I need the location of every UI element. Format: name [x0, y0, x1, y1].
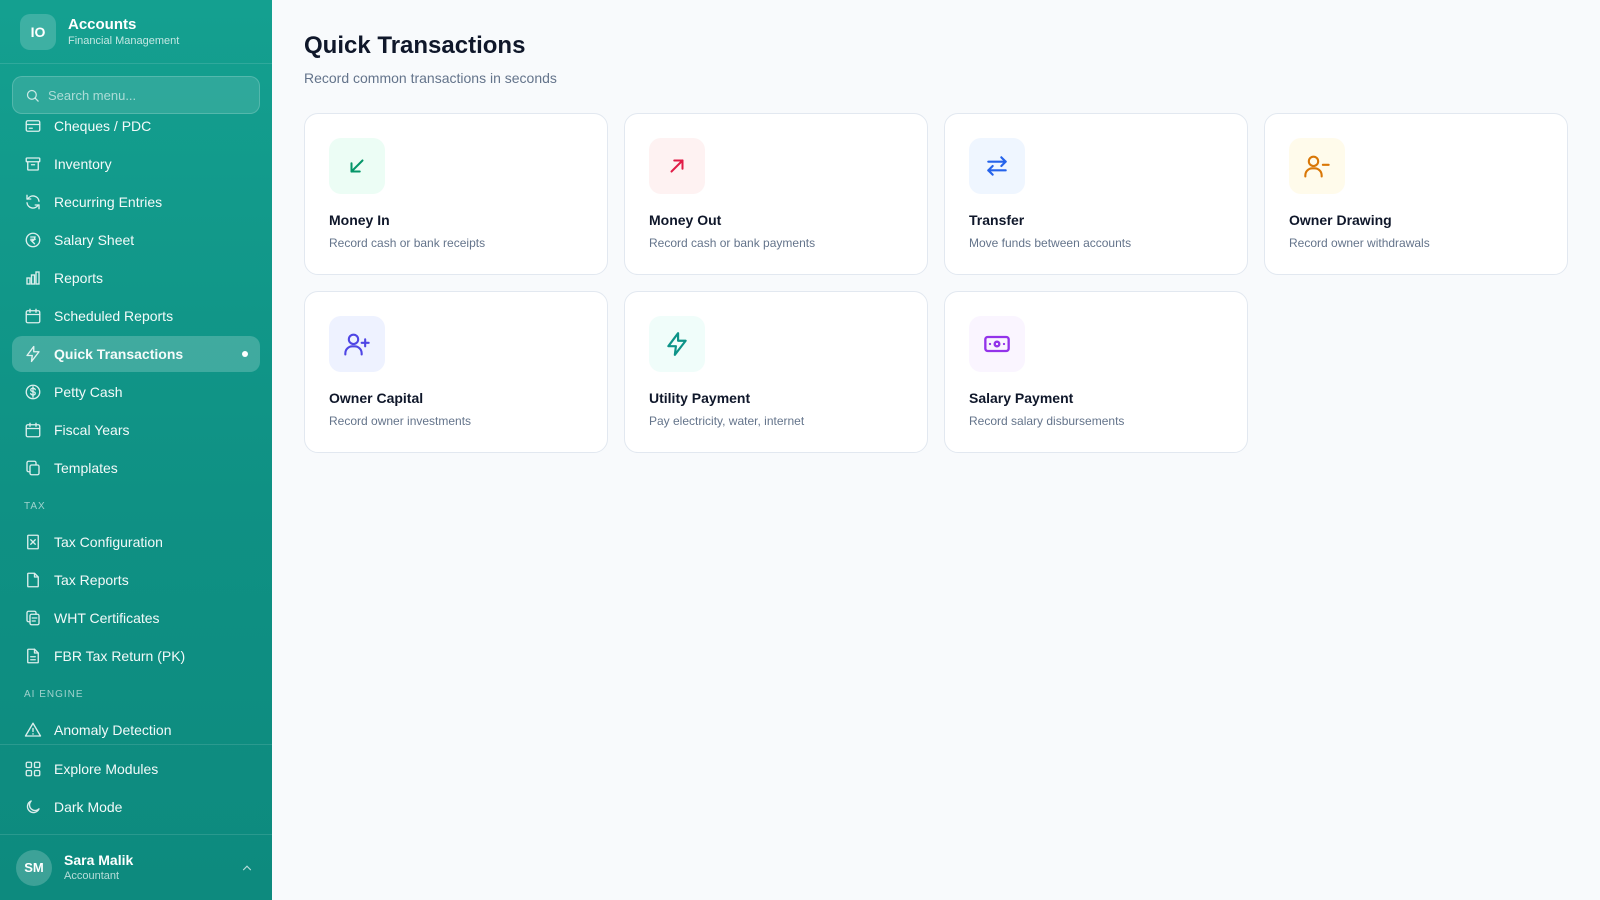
sidebar-item-tax-reports[interactable]: Tax Reports — [12, 562, 260, 598]
certificate-icon — [24, 609, 42, 627]
sidebar-item-label: Anomaly Detection — [54, 722, 172, 738]
sidebar-item-reports[interactable]: Reports — [12, 260, 260, 296]
brand-logo: IO — [20, 13, 56, 50]
sidebar-item-label: WHT Certificates — [54, 610, 160, 626]
sidebar-item-label: Tax Reports — [54, 572, 129, 588]
dollar-coin-icon — [24, 383, 42, 401]
user-minus-icon — [1289, 138, 1345, 194]
user-name: Sara Malik — [64, 852, 134, 868]
user-profile[interactable]: SM Sara Malik Accountant — [0, 834, 272, 900]
search-input[interactable] — [48, 87, 248, 103]
arrow-up-right-icon — [649, 138, 705, 194]
archive-icon — [24, 155, 42, 173]
salary-payment-card[interactable]: Salary Payment Record salary disbursemen… — [944, 291, 1248, 453]
card-title: Utility Payment — [649, 390, 751, 406]
dark-mode-label: Dark Mode — [54, 799, 123, 815]
transfer-card[interactable]: Transfer Move funds between accounts — [944, 113, 1248, 275]
rupee-coin-icon — [24, 231, 42, 249]
card-title: Salary Payment — [969, 390, 1074, 406]
active-indicator — [242, 351, 248, 357]
card-description: Record owner investments — [329, 414, 472, 428]
owner-drawing-card[interactable]: Owner Drawing Record owner withdrawals — [1264, 113, 1568, 275]
grid-icon — [24, 760, 42, 778]
money-in-card[interactable]: Money In Record cash or bank receipts — [304, 113, 608, 275]
sidebar-item-label: Inventory — [54, 156, 112, 172]
page-title: Quick Transactions — [304, 32, 526, 59]
sidebar-item-inventory[interactable]: Inventory — [12, 146, 260, 182]
explore-modules-label: Explore Modules — [54, 761, 159, 777]
refresh-icon — [24, 193, 42, 211]
sidebar-item-label: Fiscal Years — [54, 422, 130, 438]
sidebar-item-scheduled-reports[interactable]: Scheduled Reports — [12, 298, 260, 334]
calendar-icon — [24, 421, 42, 439]
lightning-icon — [24, 345, 42, 363]
sidebar-item-templates[interactable]: Templates — [12, 450, 260, 486]
sidebar-item-label: Quick Transactions — [54, 346, 184, 362]
sidebar-item-anomaly-detection[interactable]: Anomaly Detection — [12, 712, 260, 748]
card-description: Record owner withdrawals — [1289, 236, 1430, 250]
warning-triangle-icon — [24, 721, 42, 739]
card-title: Money Out — [649, 212, 722, 228]
chevron-up-icon[interactable] — [240, 861, 254, 875]
sidebar-item-label: Reports — [54, 270, 104, 286]
sidebar-item-wht-certificates[interactable]: WHT Certificates — [12, 600, 260, 636]
card-description: Record salary disbursements — [969, 414, 1125, 428]
moon-icon — [24, 798, 42, 816]
sidebar-item-fbr-tax-return[interactable]: FBR Tax Return (PK) — [12, 638, 260, 674]
arrow-down-left-icon — [329, 138, 385, 194]
cheque-icon — [24, 117, 42, 135]
brand-title: Accounts — [68, 15, 137, 33]
sidebar-item-label: Recurring Entries — [54, 194, 163, 210]
file-text-icon — [24, 647, 42, 665]
sidebar-item-petty-cash[interactable]: Petty Cash — [12, 374, 260, 410]
sidebar-item-tax-configuration[interactable]: Tax Configuration — [12, 524, 260, 560]
user-role: Accountant — [64, 870, 120, 882]
receipt-icon — [24, 533, 42, 551]
main-content: Quick Transactions Record common transac… — [272, 0, 1600, 900]
sidebar-item-quick-transactions[interactable]: Quick Transactions — [12, 336, 260, 372]
brand-subtitle: Financial Management — [68, 34, 180, 47]
sidebar-item-label: Salary Sheet — [54, 232, 135, 248]
copy-icon — [24, 459, 42, 477]
card-title: Owner Capital — [329, 390, 424, 406]
user-plus-icon — [329, 316, 385, 372]
sidebar-item-label: Templates — [54, 460, 118, 476]
avatar: SM — [16, 849, 52, 886]
sidebar-item-cheques[interactable]: Cheques / PDC — [12, 108, 260, 144]
card-title: Transfer — [969, 212, 1025, 228]
sidebar-item-label: Petty Cash — [54, 384, 123, 400]
file-icon — [24, 571, 42, 589]
utility-payment-card[interactable]: Utility Payment Pay electricity, water, … — [624, 291, 928, 453]
sidebar: IO Accounts Financial Management Cheques… — [0, 0, 272, 900]
card-description: Record cash or bank payments — [649, 236, 816, 250]
brand-header[interactable]: IO Accounts Financial Management — [0, 0, 272, 64]
card-description: Record cash or bank receipts — [329, 236, 486, 250]
sidebar-item-fiscal-years[interactable]: Fiscal Years — [12, 412, 260, 448]
owner-capital-card[interactable]: Owner Capital Record owner investments — [304, 291, 608, 453]
sidebar-item-label: Tax Configuration — [54, 534, 163, 550]
sidebar-nav: Cheques / PDC Inventory Recurring Entrie… — [12, 108, 260, 750]
explore-modules-button[interactable]: Explore Modules — [12, 751, 260, 787]
dark-mode-toggle[interactable]: Dark Mode — [12, 789, 260, 825]
sidebar-item-recurring-entries[interactable]: Recurring Entries — [12, 184, 260, 220]
sidebar-item-label: Scheduled Reports — [54, 308, 174, 324]
sidebar-item-label: FBR Tax Return (PK) — [54, 648, 186, 664]
card-description: Pay electricity, water, internet — [649, 414, 805, 428]
section-label-ai-engine: AI ENGINE — [24, 688, 84, 700]
sidebar-item-salary-sheet[interactable]: Salary Sheet — [12, 222, 260, 258]
card-description: Move funds between accounts — [969, 236, 1132, 250]
calendar-icon — [24, 307, 42, 325]
banknote-icon — [969, 316, 1025, 372]
money-out-card[interactable]: Money Out Record cash or bank payments — [624, 113, 928, 275]
sidebar-item-label: Cheques / PDC — [54, 118, 152, 134]
search-icon — [26, 89, 39, 102]
card-title: Owner Drawing — [1289, 212, 1392, 228]
bar-chart-icon — [24, 269, 42, 287]
section-label-tax: TAX — [24, 500, 46, 512]
transfer-arrows-icon — [969, 138, 1025, 194]
card-title: Money In — [329, 212, 390, 228]
page-subtitle: Record common transactions in seconds — [304, 70, 557, 86]
sidebar-footer-links: Explore Modules Dark Mode — [0, 744, 272, 827]
lightning-icon — [649, 316, 705, 372]
